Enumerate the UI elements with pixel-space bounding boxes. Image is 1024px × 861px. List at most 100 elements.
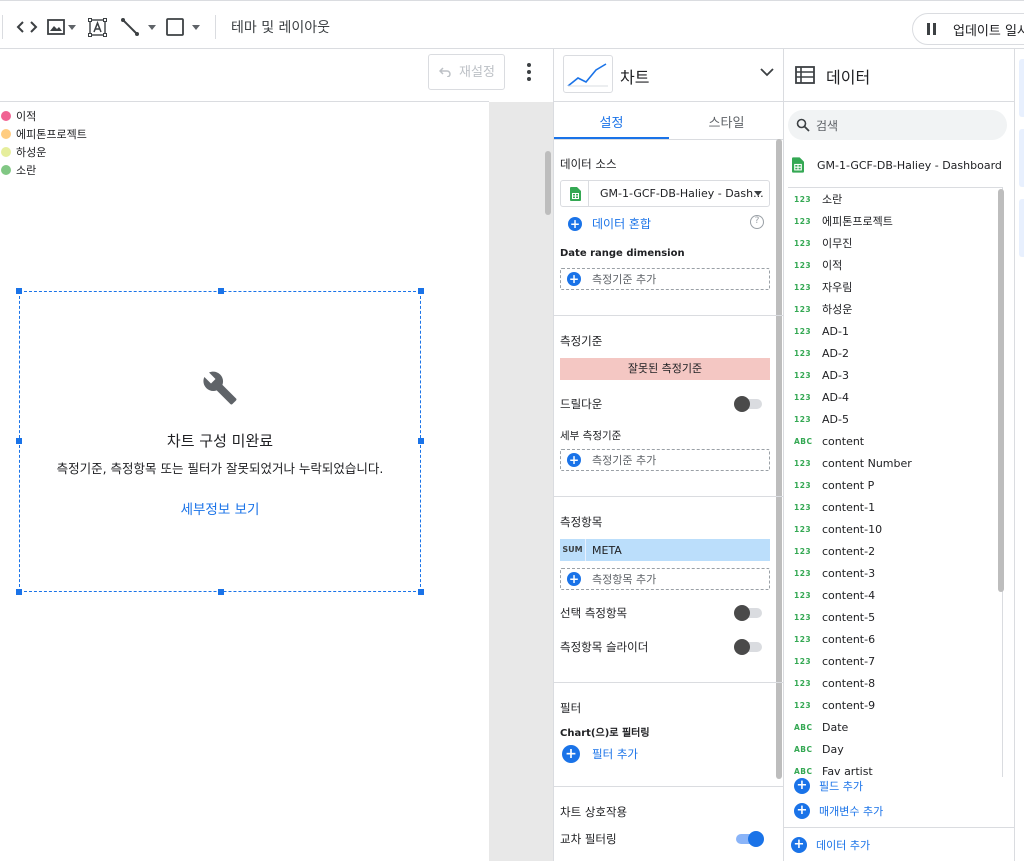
field-item[interactable]: 123 AD-2 xyxy=(788,342,1002,364)
aggregation-badge[interactable]: SUM xyxy=(560,539,586,561)
field-type-icon: 123 xyxy=(794,370,812,380)
field-item[interactable]: 123 content-6 xyxy=(788,628,1002,650)
invalid-dimension-chip[interactable]: 잘못된 측정기준 xyxy=(560,358,770,380)
legend-item[interactable]: 소란 xyxy=(1,161,87,179)
data-source-name: GM-1-GCF-DB-Haliey - Dashboard xyxy=(817,158,1002,172)
add-breakdown-dimension[interactable]: + 측정기준 추가 xyxy=(560,449,770,471)
cross-filter-toggle[interactable] xyxy=(736,831,764,847)
field-item[interactable]: 123 content Number xyxy=(788,452,1002,474)
cross-filter-row: 교차 필터링 xyxy=(560,831,770,849)
tab-style[interactable]: 스타일 xyxy=(669,112,783,131)
field-type-icon: 123 xyxy=(794,634,812,644)
field-type-icon: 123 xyxy=(794,568,812,578)
resize-handle[interactable] xyxy=(16,589,22,595)
more-vert-icon[interactable] xyxy=(526,63,532,81)
shape-button[interactable] xyxy=(166,15,200,39)
embed-code-button[interactable] xyxy=(16,15,38,39)
field-name: Fav artist xyxy=(822,764,873,778)
metric-chip[interactable]: SUM META xyxy=(560,539,770,561)
resize-handle[interactable] xyxy=(418,288,424,294)
theme-layout-button[interactable]: 테마 및 레이아웃 xyxy=(231,17,330,37)
side-panel-tab[interactable] xyxy=(1019,199,1024,257)
image-button[interactable] xyxy=(47,15,76,39)
field-item[interactable]: 123 이무진 xyxy=(788,232,1002,254)
chart-type-picker[interactable] xyxy=(563,55,613,93)
selected-chart[interactable]: 차트 구성 미완료 측정기준, 측정항목 또는 필터가 잘못되었거나 누락되었습… xyxy=(16,288,424,595)
data-source-row[interactable]: GM-1-GCF-DB-Haliey - Dashboard xyxy=(792,157,1002,173)
panel-scrollbar[interactable] xyxy=(776,139,782,779)
field-item[interactable]: 123 AD-4 xyxy=(788,386,1002,408)
field-item[interactable]: 123 AD-1 xyxy=(788,320,1002,342)
optional-metric-toggle[interactable] xyxy=(734,605,762,621)
resize-handle[interactable] xyxy=(218,589,224,595)
canvas-top-bar xyxy=(0,49,489,102)
add-metric-label: 측정항목 추가 xyxy=(592,573,657,586)
field-item[interactable]: 123 content-1 xyxy=(788,496,1002,518)
field-item[interactable]: 123 content-4 xyxy=(788,584,1002,606)
chart-legend: 이적 에피톤프로젝트 하성운 소란 xyxy=(1,107,87,179)
line-icon xyxy=(121,18,139,36)
side-panel-tab[interactable] xyxy=(1019,59,1024,117)
field-type-icon: 123 xyxy=(794,678,812,688)
legend-item[interactable]: 에피톤프로젝트 xyxy=(1,125,87,143)
add-field-button[interactable]: + 필드 추가 xyxy=(794,778,863,794)
field-item[interactable]: 123 AD-3 xyxy=(788,364,1002,386)
field-item[interactable]: 123 content-10 xyxy=(788,518,1002,540)
side-panel-tab[interactable] xyxy=(1019,129,1024,187)
field-type-icon: 123 xyxy=(794,414,812,424)
field-item[interactable]: 123 AD-5 xyxy=(788,408,1002,430)
field-item[interactable]: 123 content-9 xyxy=(788,694,1002,716)
field-list-scrollbar[interactable] xyxy=(998,189,1004,592)
add-date-range-dimension[interactable]: + 측정기준 추가 xyxy=(560,268,770,290)
add-parameter-button[interactable]: + 매개변수 추가 xyxy=(794,803,883,819)
field-item[interactable]: 123 하성운 xyxy=(788,298,1002,320)
field-item[interactable]: 123 content-3 xyxy=(788,562,1002,584)
legend-item[interactable]: 이적 xyxy=(1,107,87,125)
field-item[interactable]: ABC content xyxy=(788,430,1002,452)
field-name: AD-3 xyxy=(822,368,849,382)
add-icon: + xyxy=(794,778,810,794)
pause-updates-button[interactable]: 업데이트 일시 xyxy=(912,13,1024,45)
wrench-icon xyxy=(203,371,237,405)
data-source-select[interactable]: GM-1-GCF-DB-Haliey - Dash... xyxy=(560,180,770,207)
field-item[interactable]: 123 content P xyxy=(788,474,1002,496)
field-item[interactable]: 123 에피톤프로젝트 xyxy=(788,210,1002,232)
field-item[interactable]: 123 content-2 xyxy=(788,540,1002,562)
add-parameter-label: 매개변수 추가 xyxy=(819,805,884,818)
canvas-scrollbar[interactable] xyxy=(545,151,551,215)
line-button[interactable] xyxy=(120,15,156,39)
view-details-link[interactable]: 세부정보 보기 xyxy=(20,498,420,518)
field-item[interactable]: 123 content-5 xyxy=(788,606,1002,628)
field-item[interactable]: ABC Date xyxy=(788,716,1002,738)
metric-slider-row: 측정항목 슬라이더 xyxy=(560,639,770,657)
add-data-button[interactable]: + 데이터 추가 xyxy=(791,837,870,853)
text-box-button[interactable] xyxy=(88,15,107,39)
field-item[interactable]: ABC Fav artist xyxy=(788,760,1002,778)
reset-button[interactable]: 재설정 xyxy=(428,54,505,90)
chevron-down-icon[interactable] xyxy=(760,67,774,77)
legend-dot xyxy=(1,129,11,139)
legend-item[interactable]: 하성운 xyxy=(1,143,87,161)
field-item[interactable]: 123 자우림 xyxy=(788,276,1002,298)
field-name: 이무진 xyxy=(822,237,853,250)
tab-setup[interactable]: 설정 xyxy=(554,112,669,131)
field-search-input[interactable]: 검색 xyxy=(788,110,1007,140)
add-filter-button[interactable]: + 필터 추가 xyxy=(562,745,638,763)
resize-handle[interactable] xyxy=(16,288,22,294)
blend-data-link[interactable]: + 데이터 혼합 xyxy=(568,215,651,232)
field-item[interactable]: 123 content-8 xyxy=(788,672,1002,694)
field-item[interactable]: 123 이적 xyxy=(788,254,1002,276)
field-item[interactable]: ABC Day xyxy=(788,738,1002,760)
metric-slider-label: 측정항목 슬라이더 xyxy=(560,640,649,654)
field-item[interactable]: 123 content-7 xyxy=(788,650,1002,672)
resize-handle[interactable] xyxy=(418,589,424,595)
metric-slider-toggle[interactable] xyxy=(734,639,762,655)
add-metric[interactable]: + 측정항목 추가 xyxy=(560,568,770,590)
field-type-icon: 123 xyxy=(794,304,812,314)
line-chart-icon xyxy=(567,63,608,87)
field-item[interactable]: 123 소란 xyxy=(788,188,1002,210)
update-label: 업데이트 일시 xyxy=(953,23,1024,39)
help-icon[interactable]: ? xyxy=(750,215,764,229)
drilldown-toggle[interactable] xyxy=(734,396,762,412)
resize-handle[interactable] xyxy=(218,288,224,294)
